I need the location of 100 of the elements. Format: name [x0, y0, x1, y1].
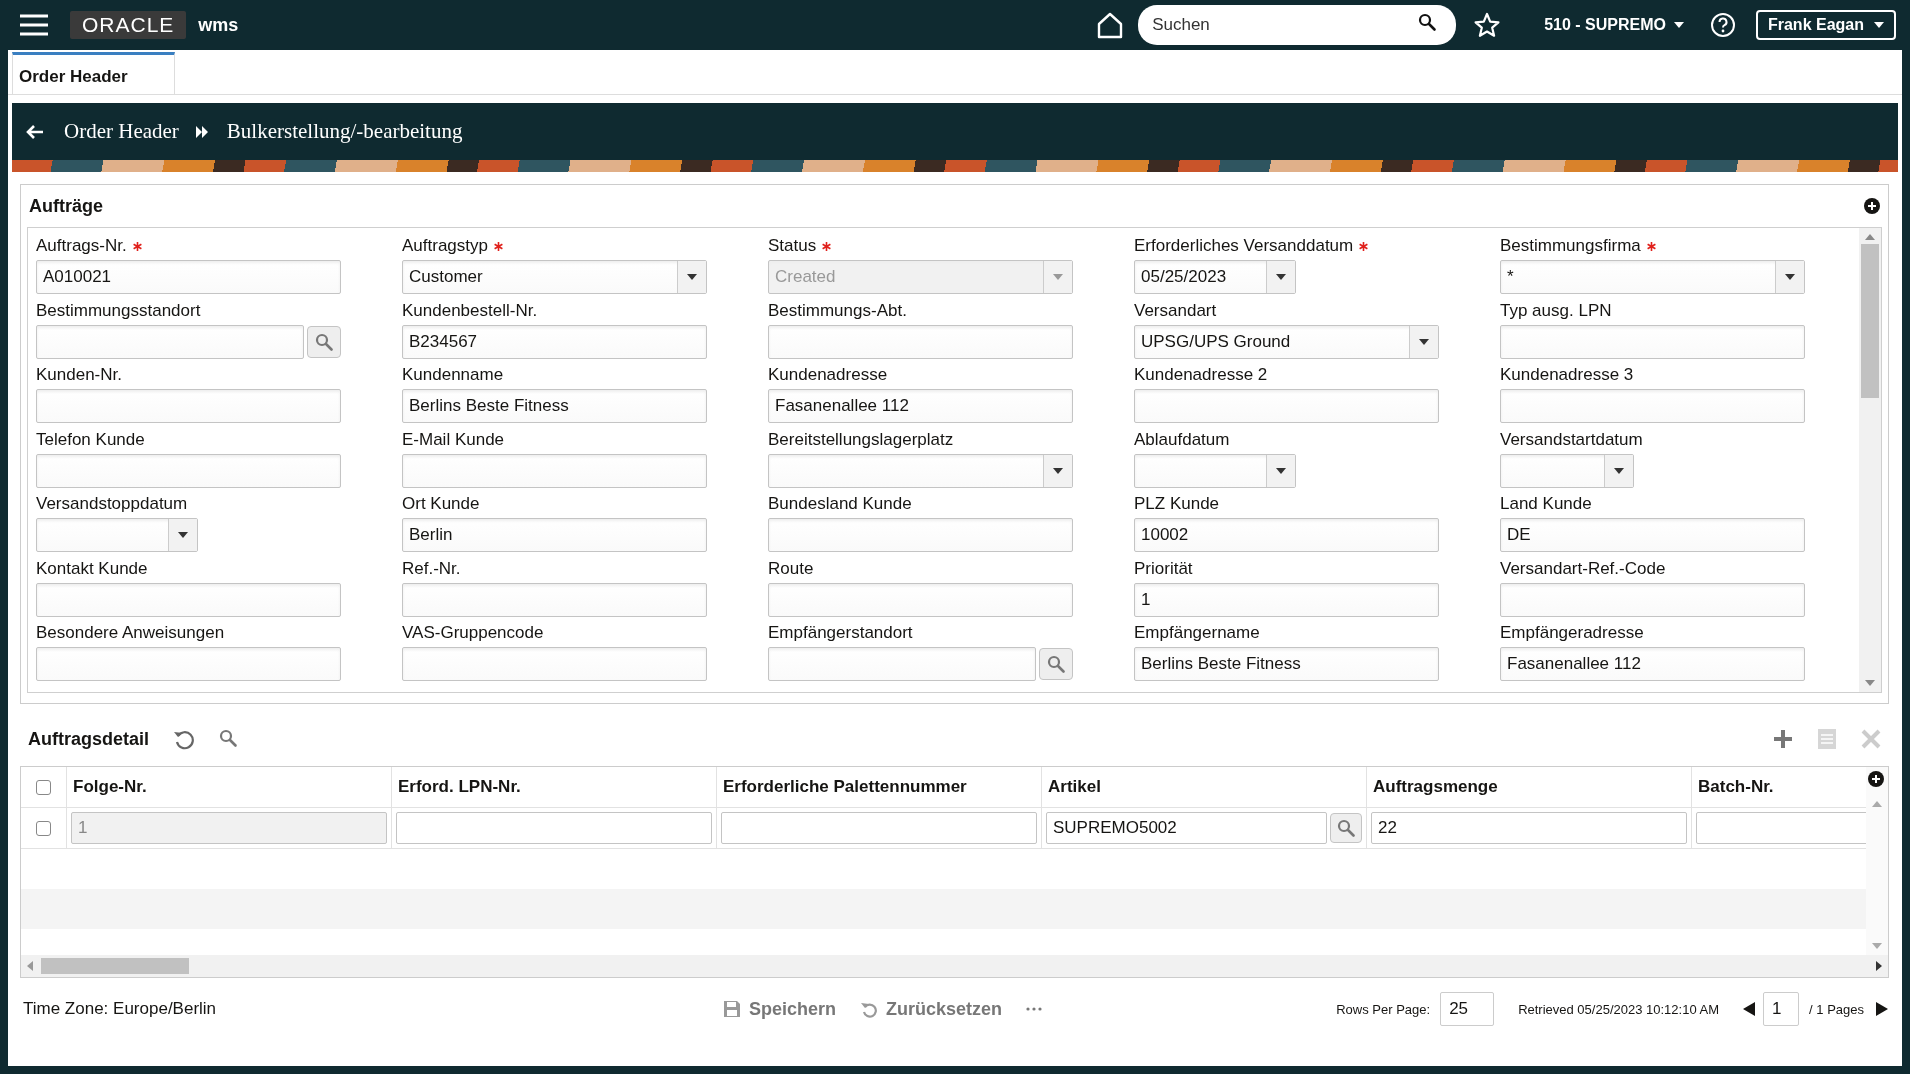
refresh-icon[interactable]: [173, 728, 196, 750]
text-field[interactable]: [36, 453, 341, 488]
text-field[interactable]: [768, 582, 1073, 617]
field-label: Kundenadresse: [768, 365, 888, 385]
copy-icon[interactable]: [1817, 728, 1837, 750]
text-field[interactable]: Berlin: [402, 518, 707, 552]
text-field[interactable]: [402, 453, 707, 488]
text-field[interactable]: DE: [1500, 518, 1805, 552]
search-icon: [1047, 655, 1065, 673]
lookup-button[interactable]: [1039, 648, 1073, 680]
caret-icon: [1865, 234, 1875, 240]
caret-icon: [1614, 467, 1624, 474]
text-field[interactable]: [1500, 389, 1805, 423]
rows-per-page-field[interactable]: 25: [1440, 992, 1495, 1026]
field-label: Bestimmungs-Abt.: [768, 300, 907, 321]
text-field[interactable]: 10002: [1134, 518, 1439, 552]
text-field[interactable]: [1134, 389, 1439, 423]
app-name: wms: [198, 14, 239, 36]
date-field[interactable]: [1500, 453, 1634, 488]
field-label: Versandart: [1134, 300, 1217, 321]
text-field[interactable]: [768, 518, 1073, 552]
text-field[interactable]: [1500, 582, 1805, 617]
add-column-icon[interactable]: [1864, 198, 1880, 214]
lookup-button[interactable]: [1330, 813, 1362, 843]
text-field[interactable]: 1: [1134, 582, 1439, 617]
text-field[interactable]: A010021: [36, 260, 341, 294]
star-icon[interactable]: [1474, 12, 1501, 38]
row-checkbox[interactable]: [36, 820, 51, 836]
more-icon[interactable]: [1026, 1007, 1043, 1011]
dropdown-field[interactable]: Customer: [402, 260, 707, 294]
help-icon[interactable]: [1709, 12, 1736, 38]
text-field[interactable]: [1500, 324, 1805, 359]
field-label: Bereitstellungslagerplatz: [768, 429, 954, 450]
add-icon[interactable]: [1773, 729, 1793, 749]
scrollbar-thumb[interactable]: [1861, 244, 1879, 398]
column-header[interactable]: Auftragsmenge: [1366, 767, 1691, 807]
column-header[interactable]: Erford. LPN-Nr.: [391, 767, 716, 807]
text-field[interactable]: Berlins Beste Fitness: [402, 389, 707, 423]
dropdown-field[interactable]: [768, 453, 1073, 488]
text-field[interactable]: [721, 812, 1037, 844]
breadcrumb-current: Bulkerstellung/-bearbeitung: [226, 119, 463, 144]
text-field[interactable]: SUPREMO5002: [1046, 812, 1327, 844]
scrollbar[interactable]: [1866, 767, 1888, 955]
date-field[interactable]: [36, 518, 198, 552]
text-field[interactable]: [396, 812, 712, 844]
lookup-button[interactable]: [307, 325, 341, 358]
next-page-icon[interactable]: [1876, 1002, 1888, 1016]
caret-icon: [1276, 467, 1286, 474]
required-icon: [822, 241, 832, 251]
text-field[interactable]: [768, 647, 1036, 681]
text-field[interactable]: [36, 324, 304, 359]
facility-menu[interactable]: 510 - SUPREMO: [1544, 16, 1684, 34]
search-field[interactable]: Suchen: [1138, 5, 1457, 45]
user-menu[interactable]: Frank Eagan: [1755, 10, 1896, 40]
scroll-left-icon[interactable]: [27, 961, 33, 971]
date-field[interactable]: 05/25/2023: [1134, 260, 1296, 294]
close-icon[interactable]: [1861, 729, 1881, 749]
select-all-checkbox[interactable]: [36, 779, 51, 795]
dropdown-field[interactable]: UPSG/UPS Ground: [1134, 324, 1439, 359]
back-arrow-icon[interactable]: [26, 123, 44, 140]
text-field[interactable]: [402, 647, 707, 681]
retrieved-label: Retrieved 05/25/2023 10:12:10 AM: [1518, 1001, 1720, 1017]
add-column-icon[interactable]: [1868, 771, 1884, 787]
scrollbar-thumb[interactable]: [41, 958, 189, 974]
panel-title: Aufträge: [29, 195, 103, 217]
dropdown-field[interactable]: *: [1500, 260, 1805, 294]
page-field[interactable]: 1: [1763, 992, 1800, 1026]
field-label: Ref.-Nr.: [402, 558, 461, 579]
text-field[interactable]: Berlins Beste Fitness: [1134, 647, 1439, 681]
scroll-right-icon[interactable]: [1876, 961, 1882, 971]
previous-page-icon[interactable]: [1743, 1002, 1756, 1016]
scrollbar[interactable]: [1859, 228, 1881, 692]
text-field[interactable]: [1696, 812, 1866, 844]
menu-icon[interactable]: [20, 14, 48, 36]
field-label: PLZ Kunde: [1134, 494, 1220, 514]
search-icon[interactable]: [219, 729, 240, 749]
field-label: Kundenadresse 3: [1500, 365, 1634, 385]
tab[interactable]: Order Header: [12, 52, 175, 94]
date-field[interactable]: [1134, 453, 1296, 488]
breadcrumb-link[interactable]: Order Header: [64, 119, 179, 144]
text-field[interactable]: [36, 389, 341, 423]
field-label: Bestimmungsfirma: [1500, 236, 1641, 256]
text-field[interactable]: 22: [1371, 812, 1687, 844]
text-field[interactable]: [36, 582, 341, 617]
field-label: Empfängerstandort: [768, 623, 913, 643]
home-icon[interactable]: [1096, 11, 1125, 39]
text-field[interactable]: B234567: [402, 324, 707, 359]
column-header[interactable]: Artikel: [1041, 767, 1366, 807]
undo-icon: [860, 1000, 879, 1018]
field-label: Auftrags-Nr.: [36, 236, 127, 256]
panel-title: Auftragsdetail: [28, 728, 150, 750]
text-field[interactable]: Fasanenallee 112: [768, 389, 1073, 423]
column-header[interactable]: Folge-Nr.: [66, 767, 391, 807]
column-header[interactable]: Erforderliche Palettennummer: [716, 767, 1041, 807]
field-label: Empfängeradresse: [1500, 623, 1644, 643]
scrollbar[interactable]: [21, 955, 1888, 977]
text-field[interactable]: [402, 582, 707, 617]
text-field[interactable]: [768, 324, 1073, 359]
text-field[interactable]: Fasanenallee 112: [1500, 647, 1805, 681]
text-field[interactable]: [36, 647, 341, 681]
